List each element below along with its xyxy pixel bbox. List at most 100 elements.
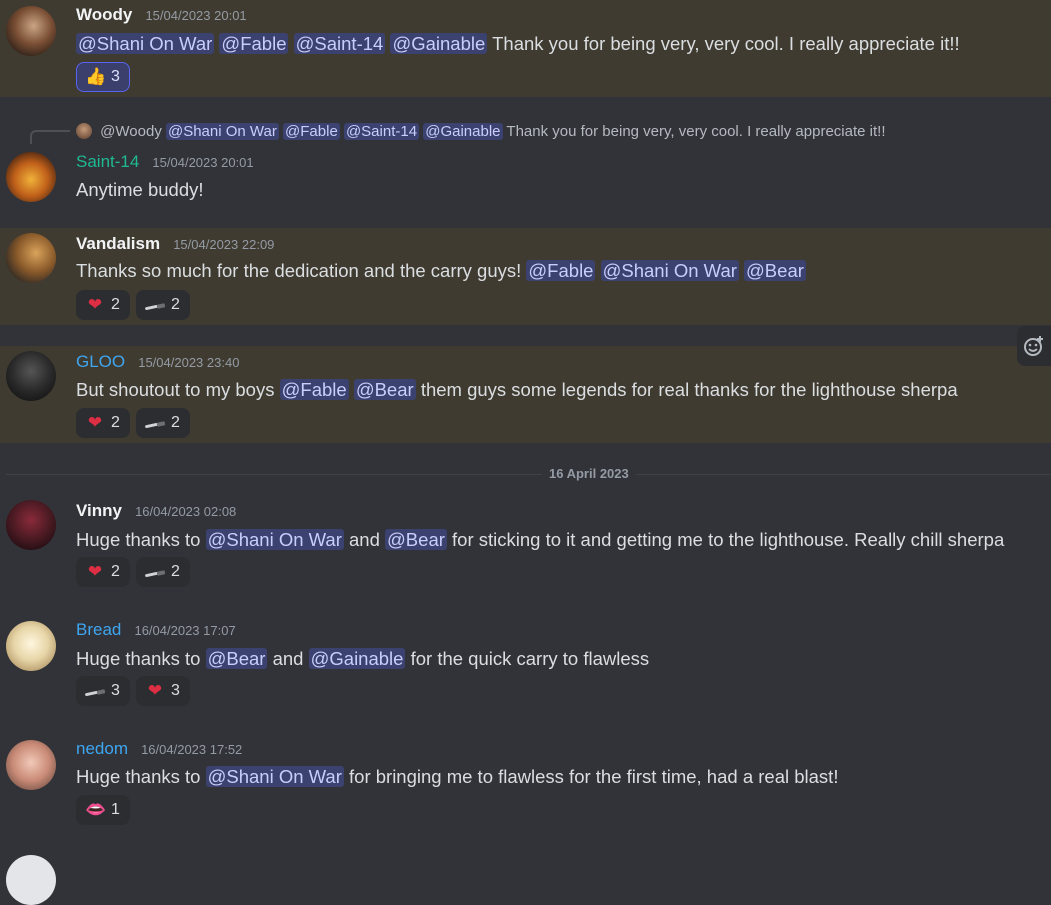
avatar[interactable] [6, 740, 56, 790]
mention[interactable]: @Shani On War [165, 123, 279, 140]
mention[interactable]: @Bear [385, 529, 447, 550]
reaction-count: 3 [111, 68, 120, 85]
reaction-knife[interactable]: 2 [136, 408, 190, 438]
message-content: Huge thanks to @Bear and @Gainable for t… [76, 648, 649, 670]
reaction-count: 1 [111, 801, 120, 818]
message-content: @Shani On War @Fable @Saint-14 @Gainable… [76, 33, 960, 55]
avatar[interactable] [6, 855, 56, 905]
reaction-count: 2 [171, 563, 180, 580]
reaction-heart[interactable]: ❤ 2 [76, 290, 130, 320]
reaction-heart[interactable]: ❤ 2 [76, 557, 130, 587]
timestamp: 15/04/2023 23:40 [138, 355, 240, 370]
timestamp: 15/04/2023 20:01 [152, 155, 254, 170]
reply-preview[interactable]: @Woody @Shani On War @Fable @Saint-14 @G… [76, 123, 886, 140]
avatar[interactable] [6, 351, 56, 401]
message-woody[interactable]: Woody 15/04/2023 20:01 @Shani On War @Fa… [0, 0, 1051, 97]
avatar[interactable] [6, 500, 56, 550]
message-content: Thanks so much for the dedication and th… [76, 260, 806, 282]
heart-icon: ❤ [87, 562, 103, 581]
reply-text: Thank you for being very, very cool. I r… [506, 123, 886, 140]
mention[interactable]: @Saint-14 [293, 33, 386, 54]
reply-author[interactable]: @Woody [100, 123, 162, 140]
heart-icon: ❤ [87, 413, 103, 432]
mention[interactable]: @Shani On War [600, 260, 739, 281]
knife-icon [85, 681, 105, 701]
message-vinny[interactable]: Vinny 16/04/2023 02:08 Huge thanks to @S… [0, 496, 1051, 596]
date-divider [6, 474, 1051, 475]
mention[interactable]: @Saint-14 [343, 123, 420, 140]
message-text: Huge thanks to [76, 648, 201, 669]
reaction-heart[interactable]: ❤ 2 [76, 408, 130, 438]
author-name[interactable]: Bread [76, 620, 121, 639]
mention[interactable]: @Fable [526, 260, 596, 281]
reaction-count: 3 [111, 682, 120, 699]
reaction-knife[interactable]: 3 [76, 676, 130, 706]
knife-icon [145, 562, 165, 582]
add-reaction-button[interactable] [1017, 326, 1051, 366]
message-gloo[interactable]: GLOO 15/04/2023 23:40 But shoutout to my… [0, 346, 1051, 443]
knife-icon [145, 295, 165, 315]
timestamp: 16/04/2023 17:52 [141, 742, 243, 757]
mention[interactable]: @Gainable [308, 648, 406, 669]
mention[interactable]: @Fable [279, 379, 349, 400]
message-text: Huge thanks to [76, 766, 201, 787]
reaction-knife[interactable]: 2 [136, 290, 190, 320]
author-name[interactable]: Vinny [76, 501, 122, 520]
message-text: and [349, 529, 380, 550]
avatar[interactable] [6, 621, 56, 671]
message-nedom[interactable]: nedom 16/04/2023 17:52 Huge thanks to @S… [0, 734, 1051, 834]
timestamp: 15/04/2023 20:01 [145, 8, 247, 23]
mention[interactable]: @Bear [744, 260, 806, 281]
message-vandalism[interactable]: Vandalism 15/04/2023 22:09 Thanks so muc… [0, 228, 1051, 325]
reaction-count: 2 [111, 414, 120, 431]
message-text: for sticking to it and getting me to the… [452, 529, 1005, 550]
author-name[interactable]: GLOO [76, 352, 125, 371]
mention[interactable]: @Gainable [390, 33, 488, 54]
mention[interactable]: @Bear [205, 648, 268, 669]
message-text: them guys some legends for real thanks f… [420, 379, 958, 400]
message-saint-14[interactable]: @Woody @Shani On War @Fable @Saint-14 @G… [0, 120, 1051, 210]
thumbs-up-icon: 👍 [85, 67, 107, 86]
mention[interactable]: @Bear [353, 379, 416, 400]
heart-icon: ❤ [147, 681, 163, 700]
message-text: Huge thanks to [76, 529, 201, 550]
avatar[interactable] [6, 152, 56, 202]
mention[interactable]: @Shani On War [205, 529, 344, 550]
message-text: Thank you for being very, very cool. I r… [492, 33, 960, 54]
mention[interactable]: @Shani On War [205, 766, 344, 787]
message-text: for the quick carry to flawless [410, 648, 650, 669]
reaction-count: 2 [111, 563, 120, 580]
reply-spine [30, 130, 70, 144]
knife-icon [145, 413, 165, 433]
timestamp: 16/04/2023 17:07 [134, 623, 236, 638]
reaction-count: 2 [171, 414, 180, 431]
mention[interactable]: @Gainable [423, 123, 503, 140]
reaction-knife[interactable]: 2 [136, 557, 190, 587]
author-name[interactable]: Woody [76, 5, 132, 24]
reaction-heart[interactable]: ❤ 3 [136, 676, 190, 706]
message-bread[interactable]: Bread 16/04/2023 17:07 Huge thanks to @B… [0, 615, 1051, 715]
reaction-count: 2 [111, 296, 120, 313]
reaction-thumbs-up[interactable]: 👍 3 [76, 62, 130, 92]
message-text: Anytime buddy! [76, 179, 204, 200]
message-content: Huge thanks to @Shani On War and @Bear f… [76, 529, 1004, 551]
heart-icon: ❤ [87, 295, 103, 314]
mention[interactable]: @Fable [283, 123, 340, 140]
author-name[interactable]: Vandalism [76, 234, 160, 253]
avatar[interactable] [6, 233, 56, 283]
message-content: But shoutout to my boys @Fable @Bear the… [76, 379, 958, 401]
author-name[interactable]: Saint-14 [76, 152, 139, 171]
reaction-lips[interactable]: 👄 1 [76, 795, 130, 825]
author-name[interactable]: nedom [76, 739, 128, 758]
reaction-count: 3 [171, 682, 180, 699]
mention[interactable]: @Fable [219, 33, 289, 54]
message-text: and [272, 648, 304, 669]
message-content: Huge thanks to @Shani On War for bringin… [76, 766, 838, 788]
timestamp: 15/04/2023 22:09 [173, 237, 275, 252]
message-text: for bringing me to flawless for the firs… [349, 766, 839, 787]
avatar[interactable] [6, 6, 56, 56]
add-reaction-icon [1024, 336, 1043, 356]
message-text: Thanks so much for the dedication and th… [76, 260, 522, 281]
mention[interactable]: @Shani On War [76, 33, 215, 54]
message-text: But shoutout to my boys [76, 379, 275, 400]
